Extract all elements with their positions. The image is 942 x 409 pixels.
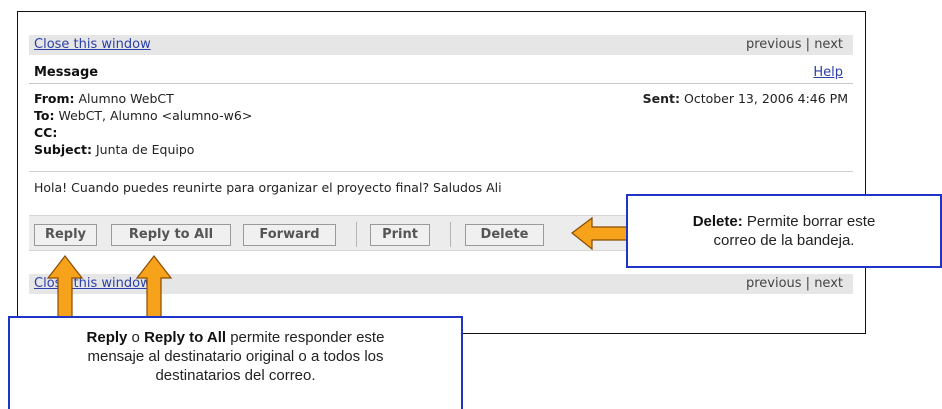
subject-value: Junta de Equipo <box>95 142 195 157</box>
subject-line: Subject: Junta de Equipo <box>34 142 195 157</box>
top-bar: Close this window previous | next <box>29 35 853 55</box>
sent-line: Sent: October 13, 2006 4:46 PM <box>642 91 848 106</box>
from-value: Alumno WebCT <box>78 91 174 106</box>
message-headers: From: Alumno WebCT To: WebCT, Alumno <al… <box>34 90 252 158</box>
to-line: To: WebCT, Alumno <alumno-w6> <box>34 108 253 123</box>
message-header: Message Help <box>29 63 853 84</box>
delete-button[interactable]: Delete <box>465 224 544 246</box>
bottom-bar: Close this window previous | next <box>29 274 853 294</box>
sent-value: October 13, 2006 4:46 PM <box>683 91 848 106</box>
print-button[interactable]: Print <box>370 224 430 246</box>
to-value: WebCT, Alumno <alumno-w6> <box>58 108 253 123</box>
bottom-previous-next-nav[interactable]: previous | next <box>746 274 843 294</box>
message-body: Hola! Cuando puedes reunirte para organi… <box>34 180 502 195</box>
reply-to-all-button[interactable]: Reply to All <box>111 224 231 246</box>
divider <box>29 171 853 172</box>
close-window-link[interactable]: Close this window <box>34 35 151 55</box>
delete-callout: Delete: Permite borrar este correo de la… <box>626 194 942 268</box>
forward-button[interactable]: Forward <box>243 224 336 246</box>
reply-button[interactable]: Reply <box>34 224 97 246</box>
previous-next-nav[interactable]: previous | next <box>746 35 843 55</box>
button-separator <box>450 222 451 247</box>
cc-line: CC: <box>34 125 58 140</box>
reply-callout: Reply o Reply to All permite responder e… <box>8 316 463 409</box>
button-separator <box>356 222 357 247</box>
from-line: From: Alumno WebCT <box>34 91 174 106</box>
bottom-close-window-link[interactable]: Close this window <box>34 274 151 294</box>
help-link[interactable]: Help <box>813 63 843 83</box>
message-title: Message <box>34 65 99 80</box>
